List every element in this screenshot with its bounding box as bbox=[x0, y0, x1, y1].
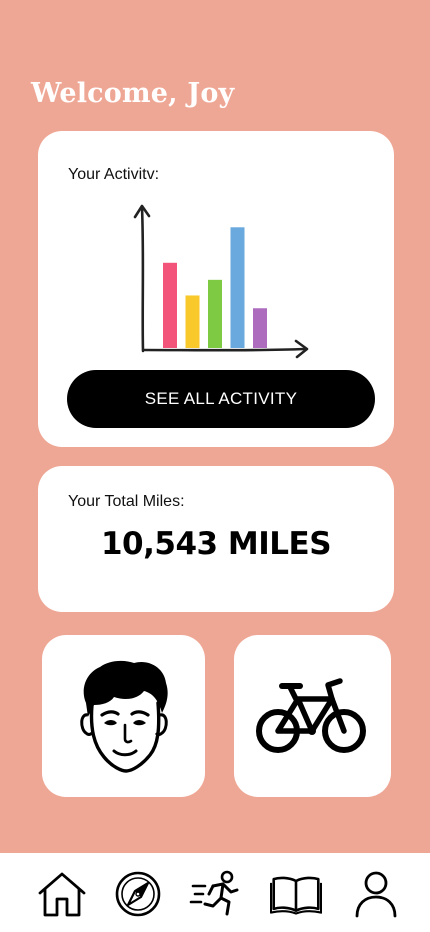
compass-icon bbox=[115, 871, 161, 917]
face-icon bbox=[80, 660, 168, 773]
activity-bar bbox=[230, 227, 245, 348]
activity-label: Your Activitv: bbox=[68, 166, 160, 183]
activity-bar bbox=[253, 308, 267, 348]
bicycle-icon bbox=[256, 678, 366, 753]
nav-home-button[interactable] bbox=[36, 869, 88, 919]
chart-x-axis bbox=[142, 347, 308, 352]
bicycle-tile[interactable] bbox=[234, 635, 391, 797]
activity-bar bbox=[208, 279, 222, 348]
activity-bar bbox=[163, 262, 177, 348]
activity-bar-chart bbox=[133, 204, 309, 359]
total-miles-label: Your Total Miles: bbox=[68, 493, 185, 510]
book-icon bbox=[270, 876, 322, 915]
activity-bar bbox=[185, 295, 200, 348]
total-miles-card: Your Total Miles: 10,543 MILES bbox=[38, 466, 394, 612]
nav-explore-button[interactable] bbox=[112, 869, 164, 919]
home-icon bbox=[38, 872, 86, 917]
nav-journal-button[interactable] bbox=[270, 869, 322, 919]
bottom-nav-bar bbox=[0, 853, 430, 932]
nav-profile-button[interactable] bbox=[350, 869, 402, 919]
total-miles-value: 10,543 MILES bbox=[100, 526, 332, 562]
see-all-activity-button[interactable]: SEE ALL ACTIVITY bbox=[67, 370, 375, 428]
profile-icon bbox=[355, 871, 397, 918]
activity-card: Your Activitv: SEE ALL ACTIVITY bbox=[38, 131, 394, 447]
welcome-title: Welcome, Joy bbox=[31, 78, 235, 109]
chart-y-axis bbox=[140, 205, 145, 353]
nav-activity-button[interactable] bbox=[189, 869, 241, 919]
profile-avatar-tile[interactable] bbox=[42, 635, 205, 797]
running-icon bbox=[189, 870, 239, 916]
